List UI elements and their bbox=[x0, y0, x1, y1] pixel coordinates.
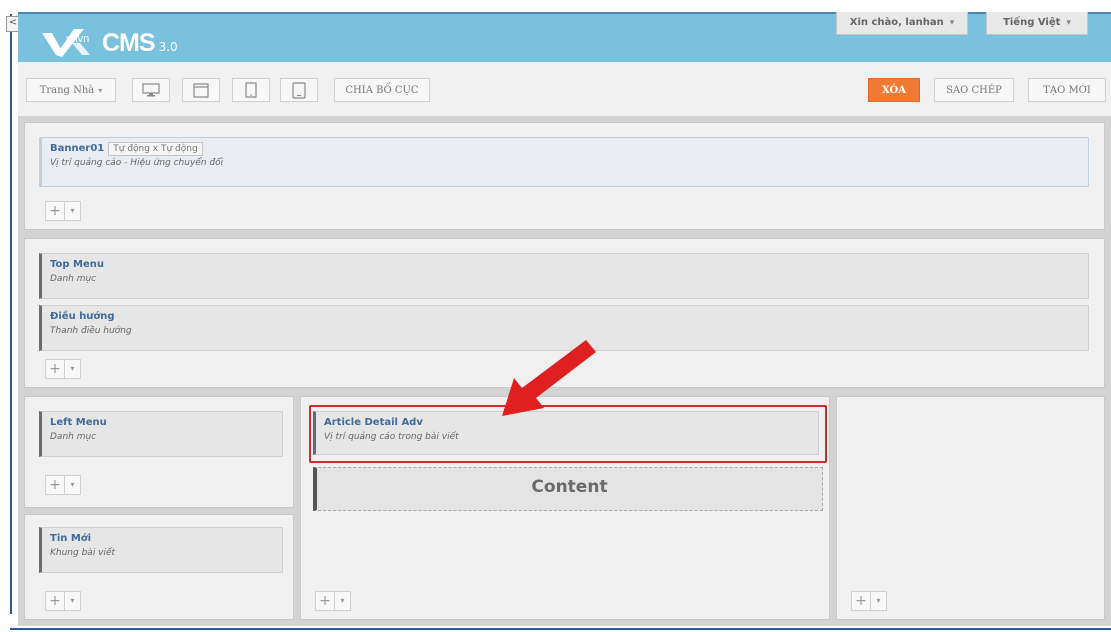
module-title: Left Menu bbox=[50, 417, 107, 428]
device-mobile-button[interactable] bbox=[280, 78, 318, 102]
logo-mark-text: vnvn bbox=[66, 33, 90, 45]
logo-title: CMS bbox=[102, 29, 156, 57]
chevron-down-icon: ▾ bbox=[1066, 18, 1071, 28]
tablet-landscape-icon bbox=[292, 81, 306, 99]
right-zone: + ▾ bbox=[836, 396, 1105, 620]
module-title: Top Menu bbox=[50, 259, 104, 270]
desktop-icon bbox=[142, 83, 160, 97]
add-module-group: + ▾ bbox=[45, 591, 81, 611]
add-module-dropdown[interactable]: ▾ bbox=[65, 591, 81, 611]
banner-module[interactable]: Banner01 Tự động x Tự động Vị trí quảng c… bbox=[39, 137, 1089, 187]
add-module-button[interactable]: + bbox=[851, 591, 871, 611]
device-desktop-button[interactable] bbox=[132, 78, 170, 102]
annotation-arrow-icon bbox=[502, 340, 596, 416]
delete-button[interactable]: XÓA bbox=[868, 78, 920, 102]
frame-border bbox=[10, 14, 12, 614]
chevron-down-icon: ▾ bbox=[949, 18, 955, 28]
news-module[interactable]: Tin Mới Khung bài viết bbox=[39, 527, 283, 573]
tablet-icon bbox=[245, 82, 257, 98]
add-module-dropdown[interactable]: ▾ bbox=[335, 591, 351, 611]
module-title: Banner01 bbox=[50, 143, 105, 154]
user-menu-button[interactable]: Xin chào, lanhan ▾ bbox=[836, 12, 968, 35]
module-title: Tin Mới bbox=[50, 533, 92, 544]
add-module-button[interactable]: + bbox=[45, 475, 65, 495]
add-module-button[interactable]: + bbox=[45, 201, 65, 221]
module-subtitle: Khung bài viết bbox=[50, 548, 116, 558]
logo-version: 3.0 bbox=[158, 40, 178, 54]
left-zone-bottom: Tin Mới Khung bài viết + ▾ bbox=[24, 514, 294, 620]
page-select[interactable]: Trang Nhà ▾ bbox=[26, 78, 116, 102]
module-title-row: Banner01 Tự động x Tự động bbox=[50, 142, 1080, 156]
add-module-group: + ▾ bbox=[851, 591, 887, 611]
chevron-down-icon: ▾ bbox=[98, 86, 103, 95]
banner-zone: Banner01 Tự động x Tự động Vị trí quảng c… bbox=[24, 122, 1105, 230]
add-module-dropdown[interactable]: ▾ bbox=[65, 475, 81, 495]
user-greeting: Xin chào, lanhan bbox=[849, 17, 944, 28]
window-frame bbox=[0, 0, 10, 632]
add-module-group: + ▾ bbox=[315, 591, 351, 611]
module-subtitle: Danh mục bbox=[50, 432, 97, 442]
left-menu-module[interactable]: Left Menu Danh mục bbox=[39, 411, 283, 457]
copy-button[interactable]: SAO CHÉP bbox=[934, 78, 1014, 102]
add-module-dropdown[interactable]: ▾ bbox=[65, 201, 81, 221]
top-menu-module[interactable]: Top Menu Danh mục bbox=[39, 253, 1089, 299]
add-module-group: + ▾ bbox=[45, 359, 81, 379]
device-tablet-button[interactable] bbox=[232, 78, 270, 102]
toolbar: Trang Nhà ▾ CHIA BỐ CỤC XÓA SAO CHÉP TẠO … bbox=[18, 62, 1111, 116]
left-zone-top: Left Menu Danh mục + ▾ bbox=[24, 396, 294, 508]
device-browser-button[interactable] bbox=[182, 78, 220, 102]
add-module-button[interactable]: + bbox=[315, 591, 335, 611]
module-title: Điều hướng bbox=[50, 311, 115, 322]
module-subtitle: Vị trí quảng cáo - Hiệu ứng chuyển đổi bbox=[50, 158, 224, 168]
add-module-group: + ▾ bbox=[45, 475, 81, 495]
add-module-button[interactable]: + bbox=[45, 591, 65, 611]
browser-window-icon bbox=[193, 82, 209, 98]
add-module-dropdown[interactable]: ▾ bbox=[871, 591, 887, 611]
center-zone: Article Detail Adv Vị trí quảng cáo tron… bbox=[300, 396, 830, 620]
split-layout-button[interactable]: CHIA BỐ CỤC bbox=[334, 78, 430, 102]
language-label: Tiếng Việt bbox=[1003, 17, 1061, 28]
size-badge: Tự động x Tự động bbox=[108, 142, 203, 156]
content-placeholder[interactable]: Content bbox=[313, 467, 823, 511]
add-module-group: + ▾ bbox=[45, 201, 81, 221]
frame-border-bottom bbox=[10, 628, 1111, 630]
create-new-button[interactable]: TẠO MỚI bbox=[1028, 78, 1106, 102]
add-module-button[interactable]: + bbox=[45, 359, 65, 379]
app-header: CMS 3.0 vnvn Xin chào, lanhan ▾ Tiếng Việ… bbox=[18, 12, 1111, 64]
module-subtitle: Danh mục bbox=[50, 274, 97, 284]
add-module-dropdown[interactable]: ▾ bbox=[65, 359, 81, 379]
page-select-value: Trang Nhà bbox=[39, 85, 95, 96]
language-select[interactable]: Tiếng Việt ▾ bbox=[986, 12, 1088, 35]
cms-logo[interactable]: CMS 3.0 bbox=[42, 27, 178, 57]
